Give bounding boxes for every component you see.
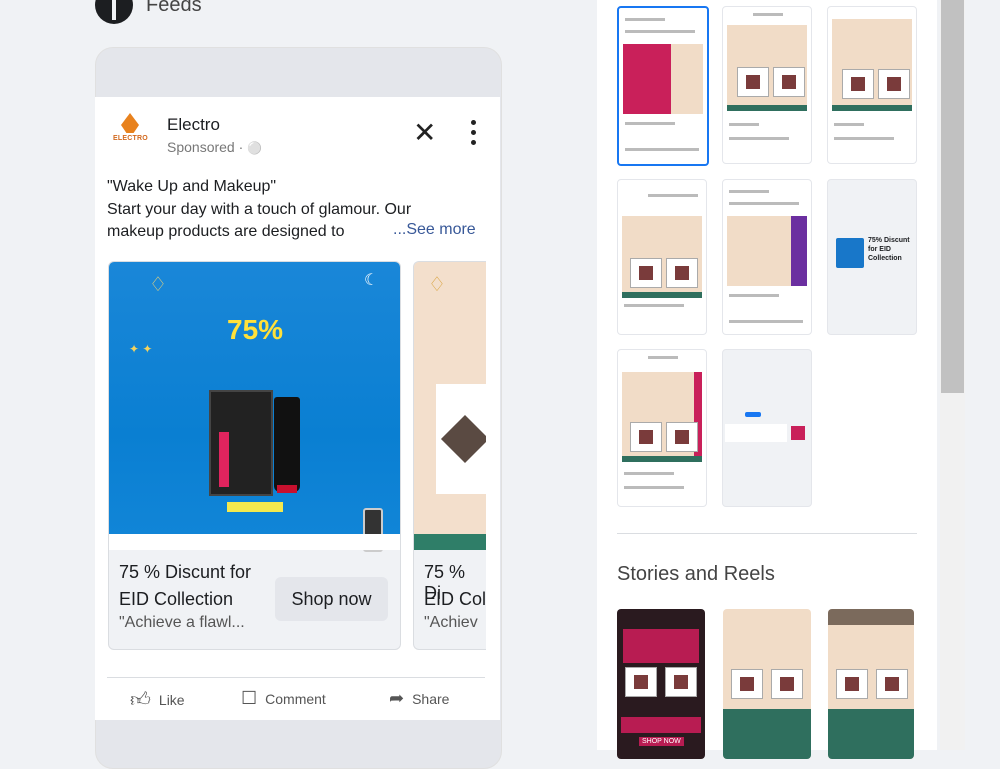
comment-button[interactable]: ☐ Comment (241, 688, 326, 709)
product-icon (836, 238, 864, 268)
logo-text: ELECTRO (113, 135, 148, 142)
placement-thumb-messenger[interactable] (722, 349, 812, 507)
story-thumb-facebook[interactable]: SHOP NOW (617, 609, 705, 759)
page-name[interactable]: Electro (167, 115, 220, 135)
thumb-caption: 75% Discunt for EID Collection (868, 237, 910, 262)
lantern-icon: ♢ (428, 274, 446, 296)
close-icon[interactable]: ✕ (413, 118, 436, 148)
like-button[interactable]: 👍︎ Like (130, 688, 185, 712)
page-logo[interactable]: ELECTRO (113, 113, 149, 151)
story-thumb-instagram[interactable] (723, 609, 811, 759)
comment-icon: ☐ (241, 688, 258, 708)
flame-icon (121, 113, 139, 133)
shop-now-mini-button: SHOP NOW (639, 737, 684, 746)
ad-footer-strip (109, 534, 400, 550)
palette-product (436, 384, 486, 494)
post-body-line: Start your day with a touch of glamour. … (107, 200, 412, 218)
carousel-card[interactable]: 75% ✦ ✦ ♢ ☾ 75 % Discunt for EID Collect… (108, 261, 401, 650)
sponsored-label: Sponsored · ⚪ (167, 139, 262, 155)
placement-thumb-facebook-feed[interactable] (617, 6, 709, 166)
feeds-icon (95, 0, 133, 24)
offer-price-badge (227, 502, 283, 512)
card-headline: EID Col (424, 589, 486, 609)
discount-text: 75% (227, 314, 284, 345)
share-label: Share (412, 690, 450, 707)
scrollbar-thumb[interactable] (941, 0, 964, 393)
card-description: "Achiev (424, 614, 478, 631)
lipstick-product (274, 397, 300, 493)
lantern-icon: ♢ (149, 274, 167, 296)
actions-divider (107, 677, 485, 678)
ad-footer-strip (414, 534, 486, 550)
card-description: "Achieve a flawl... (119, 614, 245, 631)
ad-image: ♢ (414, 262, 486, 550)
carousel-card[interactable]: ♢ 75 % Di EID Col "Achiev (413, 261, 486, 650)
stories-reels-title: Stories and Reels (617, 563, 775, 585)
section-divider (617, 533, 917, 534)
comment-label: Comment (265, 690, 326, 707)
story-thumb-reels[interactable] (828, 609, 914, 759)
share-button[interactable]: ➦ Share (389, 688, 449, 709)
placement-thumb-right-column[interactable] (722, 179, 812, 335)
globe-icon: ⚪ (247, 141, 263, 155)
placement-thumb-marketplace[interactable] (617, 179, 707, 335)
placement-thumb-explore[interactable] (827, 6, 917, 164)
like-label: Like (158, 692, 185, 708)
ad-image: 75% ✦ ✦ ♢ ☾ (109, 262, 400, 552)
more-options-icon[interactable] (471, 120, 477, 150)
sponsored-text: Sponsored · (167, 139, 248, 155)
card-headline: EID Collection (119, 589, 234, 609)
moon-icon: ☾ (364, 272, 379, 289)
placement-thumb-video-feeds[interactable] (617, 349, 707, 507)
thumbs-up-icon: 👍︎ (130, 689, 151, 711)
product-box (209, 390, 273, 496)
see-more-link[interactable]: ...See more (393, 221, 476, 239)
feeds-title: Feeds (146, 0, 202, 16)
post-body-line: "Wake Up and Makeup" (107, 178, 277, 195)
placement-thumb-search[interactable]: 75% Discunt for EID Collection (827, 179, 917, 335)
shop-now-button[interactable]: Shop now (275, 577, 388, 621)
placement-thumb-instagram-feed[interactable] (722, 6, 812, 164)
star-decoration: ✦ ✦ (129, 342, 153, 356)
card-headline: 75 % Discunt for (119, 562, 252, 582)
share-icon: ➦ (389, 688, 405, 708)
